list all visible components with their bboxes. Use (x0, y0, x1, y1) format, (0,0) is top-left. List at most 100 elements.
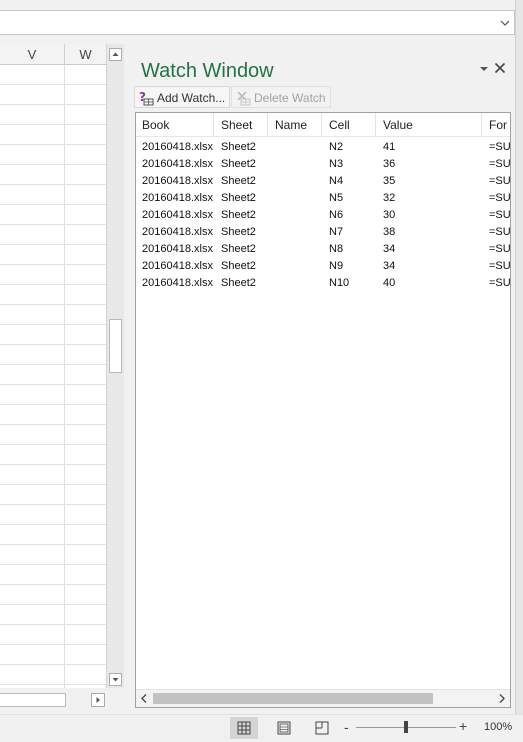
column-header-v[interactable]: V (0, 44, 65, 65)
sheet-horizontal-scrollbar[interactable] (0, 692, 106, 708)
chevron-down-icon[interactable] (478, 64, 490, 74)
grid-row[interactable] (0, 465, 106, 485)
watch-cell-sheet: Sheet2 (221, 243, 256, 255)
zoom-slider-thumb[interactable] (404, 721, 408, 733)
grid-row[interactable] (0, 565, 106, 585)
zoom-level[interactable]: 100% (484, 721, 512, 733)
header-name[interactable]: Name (269, 113, 322, 137)
grid-line (64, 685, 65, 688)
grid-row[interactable] (0, 105, 106, 125)
formula-bar[interactable] (0, 10, 515, 35)
watch-cell-name (269, 258, 322, 275)
grid-row[interactable] (0, 445, 106, 465)
grid-line (64, 145, 65, 164)
grid-row[interactable] (0, 205, 106, 225)
watch-list[interactable]: Book Sheet Name Cell Value For 20160418.… (135, 112, 511, 708)
header-sheet[interactable]: Sheet (215, 113, 268, 137)
watch-row[interactable]: 20160418.xlsx Sheet2 N8 34 =SU (136, 241, 510, 258)
grid-row[interactable] (0, 265, 106, 285)
scroll-down-button[interactable] (109, 673, 122, 686)
grid-row[interactable] (0, 605, 106, 625)
grid-line (64, 125, 65, 144)
watch-row[interactable]: 20160418.xlsx Sheet2 N7 38 =SU (136, 224, 510, 241)
watch-cell-book: 20160418.xlsx (142, 141, 213, 153)
watch-row[interactable]: 20160418.xlsx Sheet2 N9 34 =SU (136, 258, 510, 275)
grid-row[interactable] (0, 685, 106, 688)
normal-view-button[interactable] (230, 717, 258, 739)
watch-cell-cell: N9 (329, 260, 344, 272)
grid-row[interactable] (0, 665, 106, 685)
zoom-out-button[interactable]: - (344, 719, 354, 735)
grid-row[interactable] (0, 365, 106, 385)
delete-watch-button[interactable]: Delete Watch (231, 86, 331, 108)
close-icon[interactable] (494, 62, 506, 74)
header-formula[interactable]: For (483, 113, 510, 137)
watch-list-horizontal-scrollbar[interactable] (136, 689, 510, 707)
scroll-thumb[interactable] (109, 319, 122, 373)
scroll-thumb[interactable] (153, 693, 433, 704)
grid-row[interactable] (0, 145, 106, 165)
watch-cell-cell: N8 (329, 243, 344, 255)
watch-cell-value: 41 (383, 141, 396, 153)
delete-watch-icon (237, 91, 251, 106)
worksheet-grid[interactable]: V W (0, 44, 106, 688)
watch-cell-name (269, 241, 322, 258)
grid-row[interactable] (0, 225, 106, 245)
grid-row[interactable] (0, 325, 106, 345)
header-value[interactable]: Value (377, 113, 482, 137)
watch-list-header: Book Sheet Name Cell Value For (136, 113, 510, 137)
grid-row[interactable] (0, 185, 106, 205)
watch-row[interactable]: 20160418.xlsx Sheet2 N4 35 =SU (136, 173, 510, 190)
vertical-scrollbar[interactable] (106, 44, 124, 688)
watch-cell-book: 20160418.xlsx (142, 158, 213, 170)
watch-row[interactable]: 20160418.xlsx Sheet2 N10 40 =SU (136, 275, 510, 292)
watch-row[interactable]: 20160418.xlsx Sheet2 N2 41 =SU (136, 139, 510, 156)
watch-row[interactable]: 20160418.xlsx Sheet2 N3 36 =SU (136, 156, 510, 173)
grid-row[interactable] (0, 245, 106, 265)
grid-row[interactable] (0, 425, 106, 445)
scroll-up-button[interactable] (109, 48, 122, 61)
grid-line (64, 105, 65, 124)
chevron-down-icon[interactable] (500, 18, 510, 28)
watch-cell-book: 20160418.xlsx (142, 277, 213, 289)
watch-row[interactable]: 20160418.xlsx Sheet2 N5 32 =SU (136, 190, 510, 207)
watch-row[interactable]: 20160418.xlsx Sheet2 N6 30 =SU (136, 207, 510, 224)
grid-row[interactable] (0, 405, 106, 425)
watch-cell-value: 34 (383, 260, 396, 272)
page-break-icon (315, 721, 329, 735)
page-break-view-button[interactable] (308, 717, 336, 739)
add-watch-button[interactable]: ? Add Watch... (134, 86, 230, 108)
grid-row[interactable] (0, 345, 106, 365)
arrow-right-icon[interactable] (497, 693, 507, 704)
add-watch-label: Add Watch... (157, 91, 226, 105)
watch-cell-name (269, 173, 322, 190)
grid-row[interactable] (0, 65, 106, 85)
watch-list-body: 20160418.xlsx Sheet2 N2 41 =SU 20160418.xlsx S… (136, 139, 510, 292)
grid-row[interactable] (0, 645, 106, 665)
grid-row[interactable] (0, 585, 106, 605)
grid-row[interactable] (0, 125, 106, 145)
grid-row[interactable] (0, 165, 106, 185)
grid-row[interactable] (0, 385, 106, 405)
arrow-left-icon[interactable] (139, 693, 149, 704)
header-cell[interactable]: Cell (323, 113, 376, 137)
grid-row[interactable] (0, 305, 106, 325)
watch-cell-sheet: Sheet2 (221, 260, 256, 272)
grid-row[interactable] (0, 85, 106, 105)
scroll-right-button[interactable] (91, 693, 105, 707)
grid-row[interactable] (0, 285, 106, 305)
page-layout-view-button[interactable] (270, 717, 298, 739)
grid-row[interactable] (0, 505, 106, 525)
header-book[interactable]: Book (136, 113, 214, 137)
grid-line (64, 285, 65, 304)
column-header-w[interactable]: W (65, 44, 106, 65)
watch-cell-value: 38 (383, 226, 396, 238)
zoom-in-button[interactable]: + (459, 718, 469, 734)
grid-row[interactable] (0, 625, 106, 645)
grid-row[interactable] (0, 485, 106, 505)
watch-cell-name (269, 224, 322, 241)
grid-row[interactable] (0, 525, 106, 545)
grid-row[interactable] (0, 545, 106, 565)
watch-cell-name (269, 190, 322, 207)
scroll-track[interactable] (0, 693, 66, 707)
